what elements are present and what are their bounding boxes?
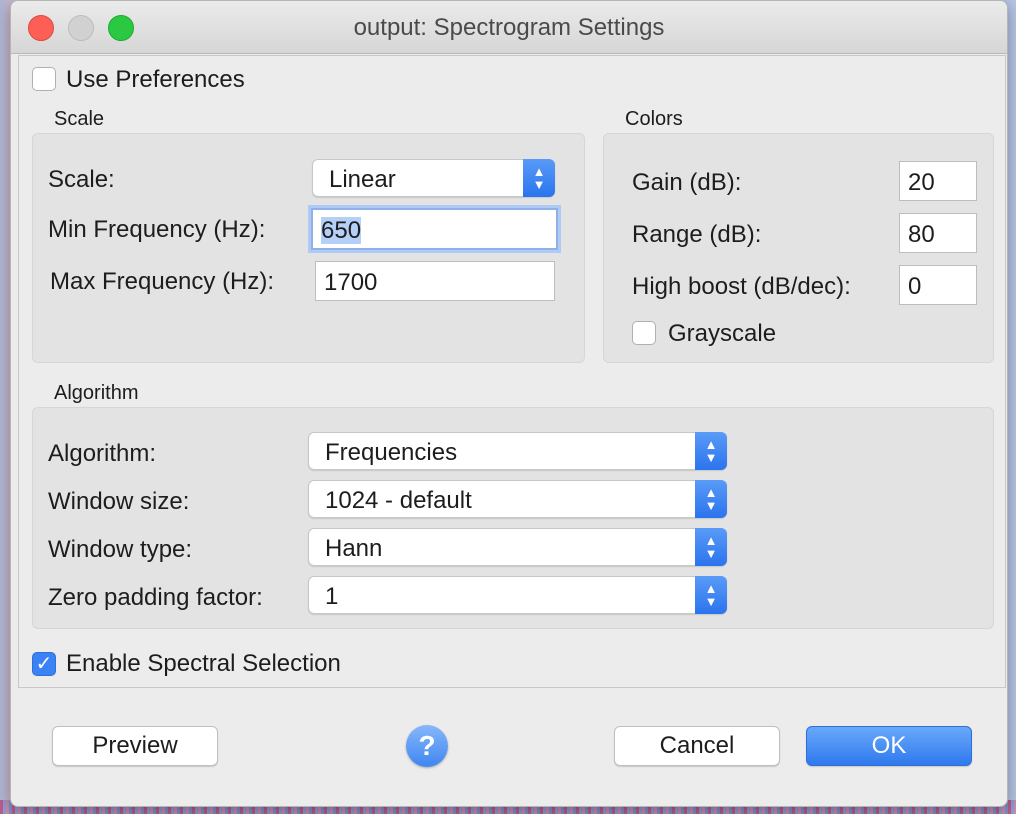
chevron-down-icon: ▼: [704, 546, 718, 561]
window-title: output: Spectrogram Settings: [353, 14, 665, 41]
high-boost-label: High boost (dB/dec):: [632, 273, 851, 300]
max-frequency-input[interactable]: 1700: [315, 261, 555, 301]
scale-select[interactable]: Linear ▲ ▼: [312, 159, 555, 197]
gain-label: Gain (dB):: [632, 169, 742, 196]
window-size-select-value: 1024 - default: [325, 487, 472, 514]
scale-section-heading: Scale: [54, 108, 105, 130]
cancel-button[interactable]: Cancel: [614, 726, 780, 766]
max-frequency-value: 1700: [324, 269, 378, 296]
use-preferences-checkbox[interactable]: [32, 67, 56, 91]
algorithm-stepper-icon: ▲ ▼: [695, 432, 727, 470]
window-type-stepper-icon: ▲ ▼: [695, 528, 727, 566]
algorithm-select-value: Frequencies: [325, 439, 458, 466]
help-icon[interactable]: ?: [406, 725, 448, 767]
title-bar: output: Spectrogram Settings: [11, 1, 1007, 54]
min-frequency-input[interactable]: 650: [311, 208, 558, 250]
enable-spectral-selection-checkbox[interactable]: ✓: [32, 652, 56, 676]
enable-spectral-selection-label: Enable Spectral Selection: [66, 650, 341, 677]
checkmark-icon: ✓: [35, 653, 53, 675]
window-size-label: Window size:: [48, 488, 190, 515]
algorithm-label: Algorithm:: [48, 440, 157, 467]
algorithm-section-heading: Algorithm: [54, 382, 139, 404]
scale-group: Scale: Linear ▲ ▼ Min Frequency (Hz): 65…: [32, 133, 585, 363]
window-type-select-value: Hann: [325, 535, 383, 562]
use-preferences-label: Use Preferences: [66, 66, 245, 93]
colors-section-heading: Colors: [625, 108, 683, 130]
window-size-select[interactable]: 1024 - default ▲ ▼: [308, 480, 727, 518]
high-boost-input[interactable]: 0: [899, 265, 977, 305]
settings-panel: Use Preferences Scale Scale: Linear ▲ ▼ …: [18, 55, 1006, 688]
dialog-window: output: Spectrogram Settings Use Prefere…: [10, 0, 1008, 807]
min-frequency-value: 650: [321, 217, 362, 244]
colors-group: Gain (dB): 20 Range (dB): 80 High boost …: [603, 133, 994, 363]
chevron-down-icon: ▼: [704, 450, 718, 465]
gain-value: 20: [908, 169, 935, 196]
grayscale-checkbox[interactable]: [632, 321, 656, 345]
range-value: 80: [908, 221, 935, 248]
zero-padding-label: Zero padding factor:: [48, 584, 263, 611]
chevron-down-icon: ▼: [704, 594, 718, 609]
window-type-select[interactable]: Hann ▲ ▼: [308, 528, 727, 566]
high-boost-value: 0: [908, 273, 922, 300]
gain-input[interactable]: 20: [899, 161, 977, 201]
algorithm-group: Algorithm: Frequencies ▲ ▼ Window size: …: [32, 407, 994, 629]
ok-button[interactable]: OK: [806, 726, 972, 766]
chevron-down-icon: ▼: [704, 498, 718, 513]
chevron-down-icon: ▼: [532, 177, 546, 192]
algorithm-select[interactable]: Frequencies ▲ ▼: [308, 432, 727, 470]
scale-select-value: Linear: [329, 166, 396, 193]
grayscale-label: Grayscale: [668, 320, 777, 347]
zero-padding-select[interactable]: 1 ▲ ▼: [308, 576, 727, 614]
scale-label: Scale:: [48, 166, 115, 193]
zero-padding-stepper-icon: ▲ ▼: [695, 576, 727, 614]
range-label: Range (dB):: [632, 221, 762, 248]
window-type-label: Window type:: [48, 536, 193, 563]
max-frequency-label: Max Frequency (Hz):: [50, 268, 275, 295]
range-input[interactable]: 80: [899, 213, 977, 253]
window-size-stepper-icon: ▲ ▼: [695, 480, 727, 518]
preview-button[interactable]: Preview: [52, 726, 218, 766]
min-frequency-label: Min Frequency (Hz):: [48, 216, 266, 243]
zero-padding-select-value: 1: [325, 583, 339, 610]
scale-select-stepper-icon: ▲ ▼: [523, 159, 555, 197]
